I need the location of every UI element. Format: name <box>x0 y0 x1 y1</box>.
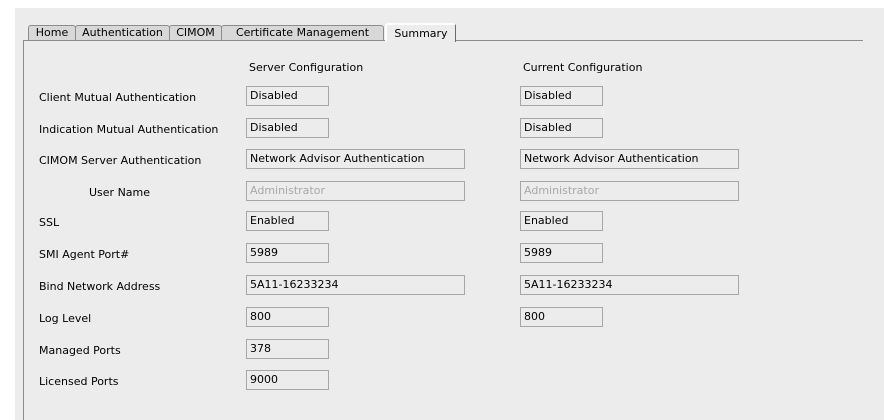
ssl-current-field: Enabled <box>520 211 603 231</box>
cimom-server-auth-server-field: Network Advisor Authentication <box>246 149 465 169</box>
indication-mutual-auth-server-field: Disabled <box>246 118 329 138</box>
tab-certificate-management[interactable]: Certificate Management <box>221 25 384 41</box>
tab-cimom[interactable]: CIMOM <box>169 25 222 41</box>
tab-authentication[interactable]: Authentication <box>75 25 170 41</box>
indication-mutual-auth-label: Indication Mutual Authentication <box>39 123 219 136</box>
client-mutual-auth-server-field: Disabled <box>246 86 329 106</box>
log-level-server-field: 800 <box>246 307 329 327</box>
server-configuration-header: Server Configuration <box>249 61 364 74</box>
log-level-label: Log Level <box>39 312 92 325</box>
cimom-server-auth-label: CIMOM Server Authentication <box>39 154 202 167</box>
ssl-server-field: Enabled <box>246 211 329 231</box>
bind-network-address-current-field: 5A11-16233234 <box>520 275 739 295</box>
tab-home[interactable]: Home <box>28 25 76 41</box>
indication-mutual-auth-current-field: Disabled <box>520 118 603 138</box>
tab-summary[interactable]: Summary <box>385 23 456 42</box>
client-mutual-auth-label: Client Mutual Authentication <box>39 91 197 104</box>
log-level-current-field: 800 <box>520 307 603 327</box>
user-name-label: User Name <box>89 186 151 199</box>
smi-agent-port-server-field: 5989 <box>246 243 329 263</box>
managed-ports-server-field: 378 <box>246 339 329 359</box>
current-configuration-header: Current Configuration <box>523 61 643 74</box>
cimom-server-auth-current-field: Network Advisor Authentication <box>520 149 739 169</box>
licensed-ports-label: Licensed Ports <box>39 375 119 388</box>
bind-network-address-server-field: 5A11-16233234 <box>246 275 465 295</box>
user-name-server-field: Administrator <box>246 181 465 201</box>
tab-strip: Home Authentication CIMOM Certificate Ma… <box>23 23 863 42</box>
managed-ports-label: Managed Ports <box>39 344 121 357</box>
client-mutual-auth-current-field: Disabled <box>520 86 603 106</box>
user-name-current-field: Administrator <box>520 181 739 201</box>
ssl-label: SSL <box>39 216 60 229</box>
smi-agent-port-current-field: 5989 <box>520 243 603 263</box>
smi-agent-port-label: SMI Agent Port# <box>39 248 130 261</box>
licensed-ports-server-field: 9000 <box>246 370 329 390</box>
bind-network-address-label: Bind Network Address <box>39 280 161 293</box>
